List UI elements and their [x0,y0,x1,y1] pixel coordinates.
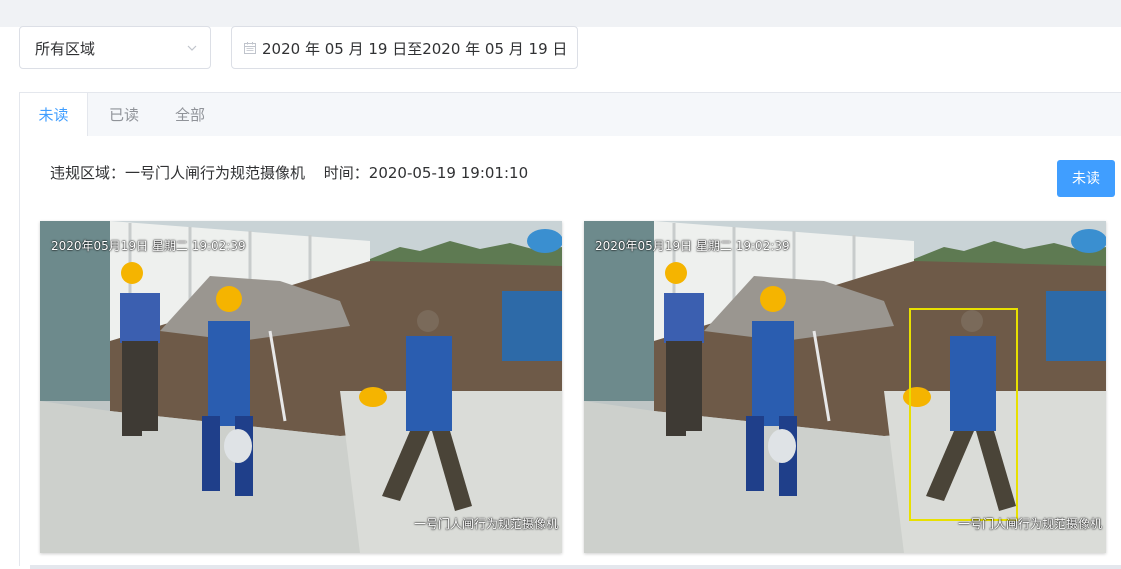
calendar-icon [244,42,256,54]
top-bar [0,0,1121,27]
camera-frame-image [584,221,1106,553]
chevron-down-icon [187,45,197,51]
osd-camera-name: 一号门人闸行为规范摄像机 [957,517,1102,531]
date-range-value: 2020 年 05 月 19 日至2020 年 05 月 19 日 [262,40,568,58]
violation-info: 违规区域：一号门人闸行为规范摄像机 时间：2020-05-19 19:01:10 [50,162,542,183]
status-tabs: 未读 已读 全部 [19,92,1121,138]
date-range-picker[interactable]: 2020 年 05 月 19 日至2020 年 05 月 19 日 [231,26,578,69]
camera-frame-image [40,221,562,553]
osd-timestamp: 2020年05月19日 星期二 19:02:39 [595,239,790,253]
violation-area: 违规区域：一号门人闸行为规范摄像机 [50,164,306,182]
divider [30,565,1121,569]
snapshot-original[interactable]: 2020年05月19日 星期二 19:02:39 一号门人闸行为规范摄像机 [40,221,562,553]
tab-unread[interactable]: 未读 [20,93,88,138]
tab-read[interactable]: 已读 [106,93,142,137]
area-select[interactable]: 所有区域 [19,26,211,69]
osd-timestamp: 2020年05月19日 星期二 19:02:39 [51,239,246,253]
mark-status-button[interactable]: 未读 [1057,160,1115,197]
snapshot-detected[interactable]: 2020年05月19日 星期二 19:02:39 一号门人闸行为规范摄像机 [584,221,1106,553]
violation-time: 时间：2020-05-19 19:01:10 [323,164,529,182]
osd-camera-name: 一号门人闸行为规范摄像机 [413,517,558,531]
tab-all[interactable]: 全部 [172,93,208,137]
area-select-value: 所有区域 [35,40,96,58]
